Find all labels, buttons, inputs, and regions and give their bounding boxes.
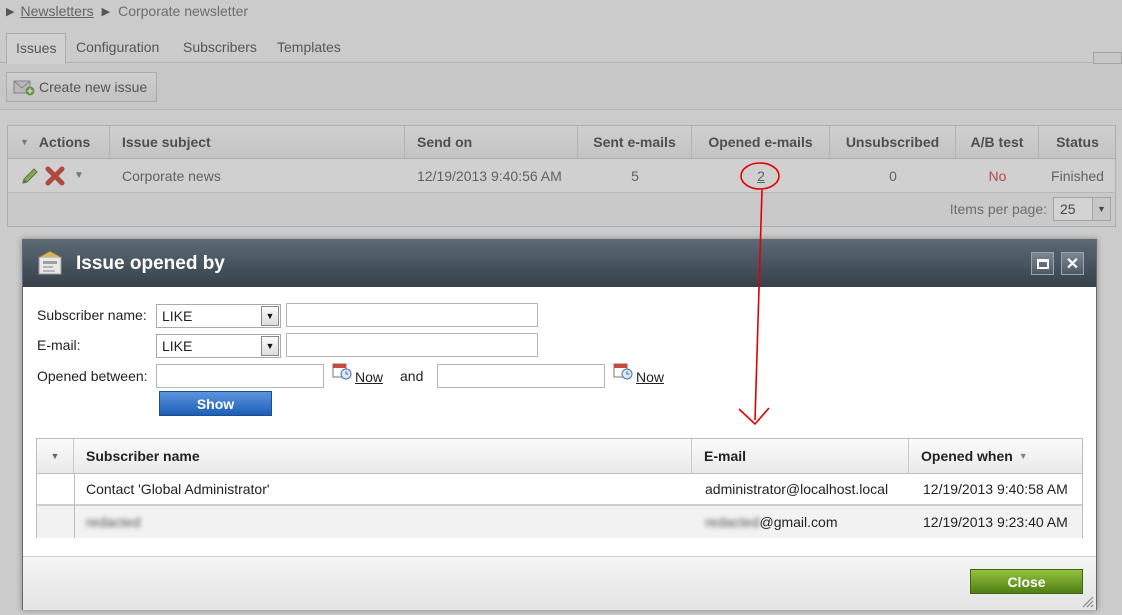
newsletter-icon: [38, 250, 62, 275]
table-row[interactable]: redacted redacted @gmail.com 12/19/2013 …: [37, 506, 1082, 538]
grid-header: ▼ Subscriber name E-mail Opened when ▼: [37, 439, 1082, 474]
chevron-down-icon: ▼: [50, 451, 60, 461]
email-cell: redacted @gmail.com: [692, 506, 909, 538]
col-email[interactable]: E-mail: [692, 439, 909, 473]
issue-opened-by-dialog: Issue opened by ✕ Subscriber name: LIKE …: [22, 239, 1097, 610]
chevron-down-icon: ▼: [261, 336, 279, 356]
close-icon: ✕: [1065, 255, 1080, 273]
col-subscriber-name[interactable]: Subscriber name: [74, 439, 692, 473]
opened-when-cell: 12/19/2013 9:23:40 AM: [923, 514, 1068, 530]
maximize-icon: [1036, 258, 1049, 269]
subscriber-name-input[interactable]: [286, 303, 538, 327]
dialog-close-x-button[interactable]: ✕: [1061, 252, 1084, 275]
calendar-icon[interactable]: [332, 361, 352, 381]
subscriber-name-cell: Contact 'Global Administrator': [86, 481, 270, 497]
table-row[interactable]: Contact 'Global Administrator' administr…: [37, 474, 1082, 506]
sort-desc-icon: ▼: [1018, 451, 1028, 461]
email-cell: administrator@localhost.local: [705, 481, 889, 497]
resize-grip-icon[interactable]: [1080, 594, 1094, 608]
chevron-down-icon: ▼: [261, 306, 279, 326]
opened-by-grid: ▼ Subscriber name E-mail Opened when ▼ C…: [36, 438, 1083, 538]
redacted-name: redacted: [86, 514, 141, 530]
dialog-title-bar[interactable]: Issue opened by ✕: [23, 240, 1096, 287]
subscriber-name-cell: redacted: [74, 506, 692, 538]
subscriber-name-label: Subscriber name:: [37, 307, 147, 323]
opened-between-label: Opened between:: [37, 368, 148, 384]
dialog-title: Issue opened by: [76, 253, 225, 274]
now-link-from[interactable]: Now: [355, 369, 383, 385]
calendar-icon[interactable]: [613, 361, 633, 381]
show-button[interactable]: Show: [159, 391, 272, 416]
grid-actions-header[interactable]: ▼: [37, 439, 74, 473]
col-opened-when[interactable]: Opened when ▼: [909, 439, 1083, 473]
email-operator-select[interactable]: LIKE ▼: [156, 334, 281, 358]
and-label: and: [400, 368, 424, 384]
now-link-to[interactable]: Now: [636, 369, 664, 385]
redacted-email: redacted: [705, 514, 760, 530]
close-button[interactable]: Close: [970, 569, 1083, 594]
opened-from-input[interactable]: [156, 364, 324, 388]
dialog-footer: Close: [23, 556, 1096, 610]
email-label: E-mail:: [37, 337, 81, 353]
grid-divider: [74, 474, 75, 538]
opened-when-cell: 12/19/2013 9:40:58 AM: [923, 481, 1068, 497]
maximize-button[interactable]: [1031, 252, 1054, 275]
email-suffix: @gmail.com: [759, 514, 838, 530]
email-input[interactable]: [286, 333, 538, 357]
subscriber-operator-select[interactable]: LIKE ▼: [156, 304, 281, 328]
opened-to-input[interactable]: [437, 364, 605, 388]
